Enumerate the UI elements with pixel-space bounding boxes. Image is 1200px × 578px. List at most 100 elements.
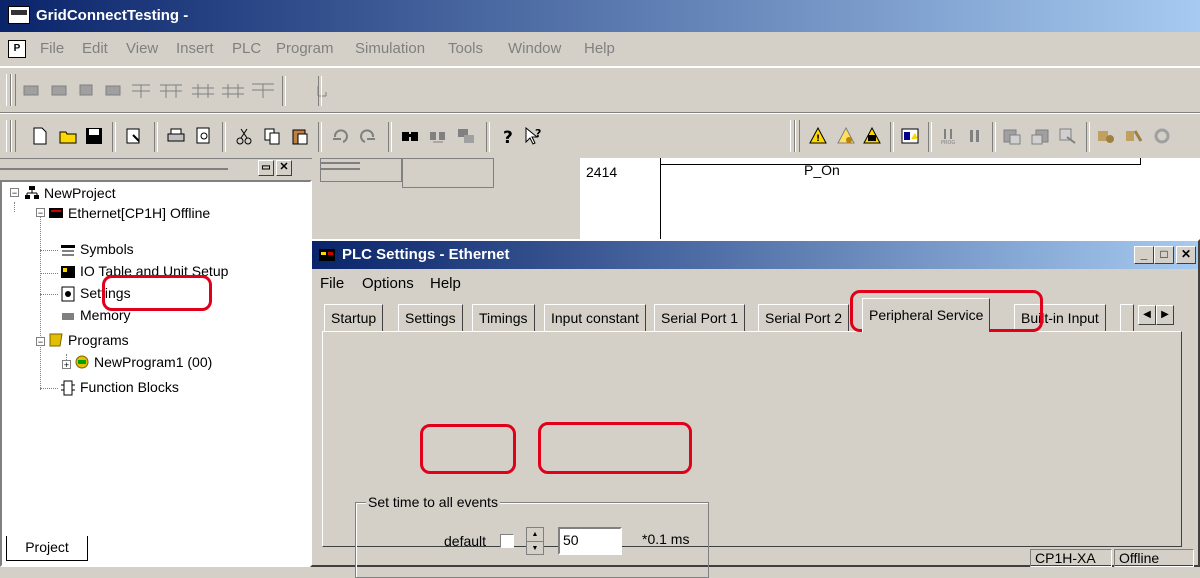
standard-toolbar: ? ? ! PROG bbox=[0, 113, 1200, 159]
plc-settings-icon bbox=[319, 249, 335, 261]
menu-tools[interactable]: Tools bbox=[448, 40, 483, 57]
dialog-menu-options[interactable]: Options bbox=[362, 275, 414, 292]
tab-input-constant[interactable]: Input constant bbox=[544, 304, 646, 332]
ladder-tool-icons[interactable] bbox=[20, 80, 410, 102]
monitor-icon[interactable] bbox=[1094, 124, 1118, 148]
replace-icon[interactable] bbox=[426, 124, 450, 148]
undo-icon[interactable] bbox=[328, 124, 352, 148]
save-icon[interactable] bbox=[82, 124, 106, 148]
svg-text:!: ! bbox=[816, 134, 820, 144]
menu-file[interactable]: File bbox=[40, 40, 64, 57]
tab-serial-port-1[interactable]: Serial Port 1 bbox=[654, 304, 746, 332]
mdi-document-icon[interactable]: P bbox=[8, 40, 26, 58]
maximize-icon[interactable]: □ bbox=[1154, 246, 1174, 264]
tree-item-symbols[interactable]: Symbols bbox=[80, 240, 134, 258]
force-icon[interactable] bbox=[1122, 124, 1146, 148]
menu-edit[interactable]: Edit bbox=[82, 40, 108, 57]
toolbar-separator bbox=[928, 122, 932, 152]
program-mode-icon[interactable]: PROG bbox=[936, 124, 960, 148]
toolbar-grip[interactable] bbox=[11, 74, 16, 106]
docking-grip[interactable] bbox=[0, 168, 228, 170]
menu-simulation[interactable]: Simulation bbox=[355, 40, 425, 57]
expander-expand-icon[interactable]: + bbox=[62, 360, 71, 370]
cut-icon[interactable] bbox=[232, 124, 256, 148]
toolbar-grip[interactable] bbox=[11, 120, 16, 152]
menu-view[interactable]: View bbox=[126, 40, 158, 57]
expander-collapse-icon[interactable]: − bbox=[36, 337, 45, 347]
compare-icon[interactable] bbox=[1056, 124, 1080, 148]
download-icon[interactable] bbox=[1028, 124, 1052, 148]
dialog-menu-file[interactable]: File bbox=[320, 275, 344, 292]
spin-up-icon[interactable]: ▲ bbox=[527, 528, 543, 542]
transfer-icon[interactable] bbox=[898, 124, 922, 148]
minimize-icon[interactable]: _ bbox=[1134, 246, 1154, 264]
main-menu-bar: P File Edit View Insert PLC Program Simu… bbox=[0, 32, 1200, 67]
tab-serial-port-2[interactable]: Serial Port 2 bbox=[758, 304, 850, 332]
dialog-menu-help[interactable]: Help bbox=[430, 275, 461, 292]
dialog-title-bar[interactable]: PLC Settings - Ethernet _ □ ✕ bbox=[312, 241, 1198, 269]
print-preview-icon[interactable] bbox=[192, 124, 216, 148]
paste-icon[interactable] bbox=[288, 124, 312, 148]
tab-startup[interactable]: Startup bbox=[324, 304, 384, 332]
find-icon[interactable] bbox=[398, 124, 422, 148]
copy-icon[interactable] bbox=[260, 124, 284, 148]
toolbar-grip[interactable] bbox=[795, 120, 800, 152]
tab-built-in-input[interactable]: Built-in Input bbox=[1014, 304, 1106, 332]
upload-icon[interactable] bbox=[1000, 124, 1024, 148]
cross-reference-icon[interactable] bbox=[454, 124, 478, 148]
warning-online-icon[interactable]: ! bbox=[806, 124, 830, 148]
pause-icon[interactable] bbox=[962, 124, 986, 148]
toolbar-separator bbox=[112, 122, 116, 152]
memory-icon bbox=[62, 313, 74, 320]
set-reset-icon[interactable] bbox=[1150, 124, 1174, 148]
tab-peripheral-service[interactable]: Peripheral Service bbox=[862, 298, 991, 332]
menu-plc[interactable]: PLC bbox=[232, 40, 261, 57]
open-folder-icon[interactable] bbox=[56, 124, 80, 148]
close-icon[interactable]: ✕ bbox=[276, 160, 292, 176]
tree-item-settings[interactable]: Settings bbox=[80, 284, 131, 302]
print-icon[interactable] bbox=[164, 124, 188, 148]
ladder-editor[interactable]: 2414 P_On bbox=[580, 158, 1200, 239]
tree-line bbox=[40, 250, 58, 251]
tree-item-program1[interactable]: NewProgram1 (00) bbox=[94, 353, 212, 371]
expander-collapse-icon[interactable]: − bbox=[10, 188, 19, 198]
tree-item-root[interactable]: NewProject bbox=[44, 184, 116, 202]
properties-icon[interactable] bbox=[122, 124, 146, 148]
tree-item-plc[interactable]: Ethernet[CP1H] Offline bbox=[68, 204, 210, 222]
tab-timings[interactable]: Timings bbox=[472, 304, 535, 332]
toolbar-separator bbox=[486, 122, 490, 152]
svg-text:PROG: PROG bbox=[941, 140, 955, 145]
divider bbox=[320, 168, 360, 170]
tree-item-function-blocks[interactable]: Function Blocks bbox=[80, 378, 179, 396]
help-icon[interactable]: ? bbox=[496, 124, 520, 148]
context-help-icon[interactable]: ? bbox=[522, 124, 546, 148]
tab-scroll-right-icon[interactable]: ▶ bbox=[1156, 305, 1174, 325]
function-block-icon bbox=[61, 380, 75, 396]
close-icon[interactable]: ✕ bbox=[1176, 246, 1196, 264]
tree-item-io-table[interactable]: IO Table and Unit Setup bbox=[80, 262, 228, 280]
tree-item-memory[interactable]: Memory bbox=[80, 306, 131, 324]
redo-icon[interactable] bbox=[356, 124, 380, 148]
tree-item-programs[interactable]: Programs bbox=[68, 331, 129, 349]
tab-project[interactable]: Project bbox=[6, 536, 88, 561]
expander-collapse-icon[interactable]: − bbox=[36, 208, 45, 218]
ladder-toolbar bbox=[0, 67, 1200, 113]
toolbar-separator bbox=[318, 122, 322, 152]
tab-scroll-left-icon[interactable]: ◀ bbox=[1138, 305, 1156, 325]
scroll-box[interactable] bbox=[402, 158, 494, 188]
auto-online-icon[interactable] bbox=[860, 124, 884, 148]
menu-help[interactable]: Help bbox=[584, 40, 615, 57]
menu-program[interactable]: Program bbox=[276, 40, 334, 57]
dialog-status-bar: CP1H-XA Offline bbox=[312, 545, 1198, 567]
tab-settings[interactable]: Settings bbox=[398, 304, 463, 332]
menu-window[interactable]: Window bbox=[508, 40, 561, 57]
window-title: GridConnectTesting - bbox=[36, 7, 189, 24]
tab-overflow[interactable] bbox=[1120, 304, 1134, 332]
new-file-icon[interactable] bbox=[28, 124, 52, 148]
menu-insert[interactable]: Insert bbox=[176, 40, 214, 57]
symbols-icon bbox=[61, 245, 75, 256]
restore-icon[interactable]: ▭ bbox=[258, 160, 274, 176]
project-tree-panel: − NewProject − Ethernet[CP1H] Offline Sy… bbox=[0, 180, 312, 567]
tree-line bbox=[40, 294, 58, 295]
online-simulator-icon[interactable] bbox=[834, 124, 858, 148]
